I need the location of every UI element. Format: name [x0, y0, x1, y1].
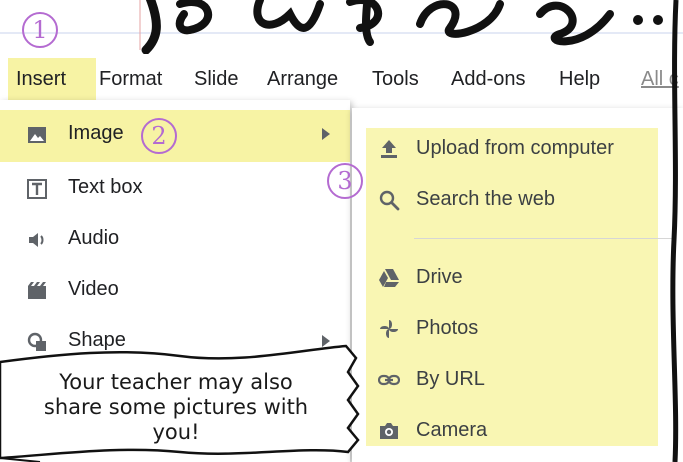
submenu-item-camera[interactable]: Camera — [366, 408, 666, 454]
camera-icon — [380, 423, 398, 439]
caption-line: share some pictures with — [43, 395, 309, 419]
caption-line: you! — [152, 420, 200, 444]
submenu-item-label: Camera — [416, 419, 488, 441]
top-decoration — [0, 0, 683, 60]
insert-menu-item-video[interactable]: Video — [0, 266, 350, 316]
submenu-item-label: Upload from computer — [416, 137, 614, 159]
audio-icon — [29, 233, 44, 247]
insert-menu-item-label: Text box — [68, 176, 143, 198]
menu-format[interactable]: Format — [99, 66, 162, 92]
submenu-divider — [414, 238, 674, 239]
submenu-item-by-url[interactable]: By URL — [366, 357, 666, 403]
menu-arrange[interactable]: Arrange — [267, 66, 338, 92]
image-submenu: Upload from computer Search the web Driv… — [352, 108, 683, 462]
drive-icon — [379, 269, 399, 287]
link-icon — [378, 374, 400, 386]
caption-line: Your teacher may also — [59, 370, 293, 394]
step-1-badge: 1 — [22, 12, 58, 48]
step-2-badge: 2 — [141, 118, 177, 154]
submenu-item-label: Drive — [416, 266, 463, 288]
submenu-item-photos[interactable]: Photos — [366, 306, 666, 352]
submenu-arrow-icon — [322, 128, 330, 140]
text-box-icon — [27, 179, 47, 199]
upload-icon — [381, 140, 397, 158]
submenu-item-label: Search the web — [416, 188, 555, 210]
right-brush-border — [670, 0, 679, 462]
insert-menu-item-audio[interactable]: Audio — [0, 215, 350, 265]
insert-menu-item-label: Image — [68, 122, 124, 144]
menu-add-ons[interactable]: Add-ons — [451, 66, 526, 92]
submenu-item-drive[interactable]: Drive — [366, 255, 666, 301]
menu-bar: Insert Format Slide Arrange Tools Add-on… — [0, 58, 683, 100]
handwritten-title-graphic — [141, 0, 663, 54]
insert-menu-item-label: Audio — [68, 227, 120, 249]
menu-slide[interactable]: Slide — [194, 66, 238, 92]
photos-icon — [380, 320, 398, 338]
menu-insert[interactable]: Insert — [8, 58, 96, 100]
video-icon — [28, 282, 46, 299]
submenu-item-label: By URL — [416, 368, 485, 390]
step-3-badge: 3 — [327, 163, 363, 199]
menu-tools[interactable]: Tools — [372, 66, 419, 92]
search-icon — [379, 190, 400, 211]
submenu-item-label: Photos — [416, 317, 479, 339]
insert-menu-item-label: Video — [68, 278, 119, 300]
submenu-item-search-web[interactable]: Search the web — [366, 177, 666, 223]
submenu-item-upload[interactable]: Upload from computer — [366, 126, 666, 172]
menu-help[interactable]: Help — [559, 66, 600, 92]
insert-menu-item-text-box[interactable]: Text box — [0, 164, 350, 214]
caption-text: Your teacher may also share some picture… — [12, 370, 340, 445]
image-icon — [28, 127, 46, 143]
